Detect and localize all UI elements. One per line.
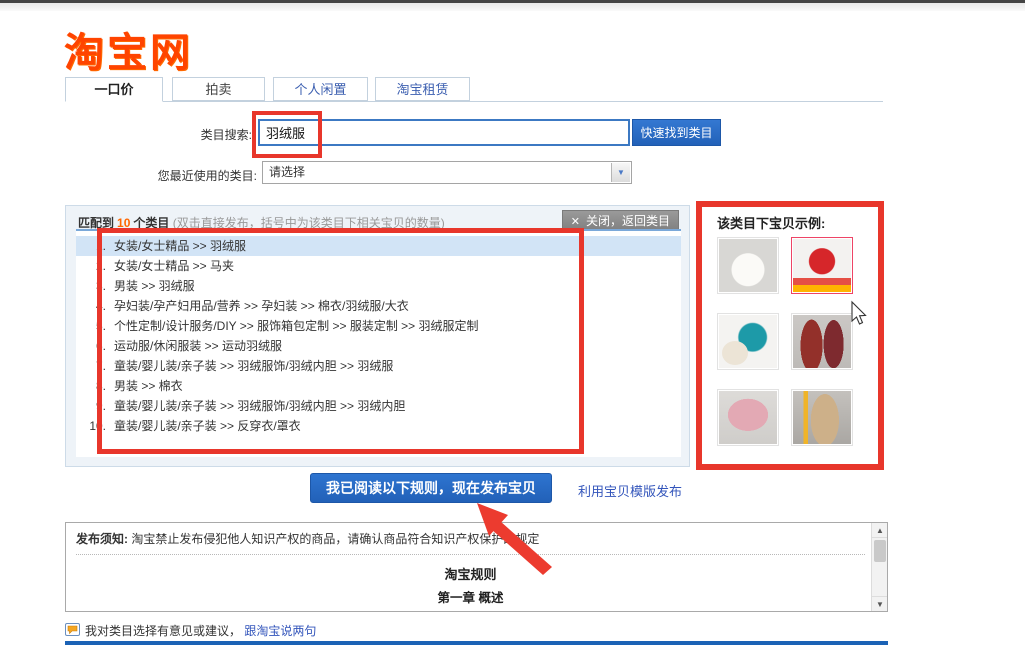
tab-2[interactable]: 拍卖 (172, 77, 265, 101)
category-row[interactable]: 10. 童装/婴儿装/亲子装 >> 反穿衣/罩衣 (76, 416, 681, 436)
scroll-up-icon[interactable]: ▲ (872, 523, 888, 538)
category-row[interactable]: 4. 孕妇装/孕产妇用品/营养 >> 孕妇装 >> 棉衣/羽绒服/大衣 (76, 296, 681, 316)
category-row-number: 9. (76, 396, 106, 416)
close-return-button[interactable]: ✕ 关闭，返回类目 (562, 210, 679, 230)
feedback-link[interactable]: 跟淘宝说两句 (244, 624, 316, 638)
category-search-input[interactable] (258, 119, 630, 146)
category-row-path: 运动服/休闲服装 >> 运动羽绒服 (114, 339, 282, 353)
publish-item-button[interactable]: 我已阅读以下规则，现在发布宝贝 (310, 473, 552, 503)
example-panel: 该类目下宝贝示例: (705, 205, 877, 465)
category-row-number: 4. (76, 296, 106, 316)
category-row-path: 孕妇装/孕产妇用品/营养 >> 孕妇装 >> 棉衣/羽绒服/大衣 (114, 299, 409, 313)
chevron-down-icon[interactable]: ▼ (611, 163, 630, 182)
bottom-blue-bar (65, 641, 888, 645)
category-row[interactable]: 9. 童装/婴儿装/亲子装 >> 羽绒服饰/羽绒内胆 >> 羽绒内胆 (76, 396, 681, 416)
tab-1[interactable]: 一口价 (65, 77, 163, 102)
dotted-divider (76, 554, 865, 555)
recent-category-value: 请选择 (269, 165, 305, 179)
notice-line: 发布须知: 淘宝禁止发布侵犯他人知识产权的商品，请确认商品符合知识产权保护的规定 (76, 530, 865, 547)
feedback-comment-icon (65, 623, 80, 637)
category-row-path: 女装/女士精品 >> 马夹 (114, 259, 234, 273)
feedback-row: 我对类目选择有意见或建议， 跟淘宝说两句 (65, 622, 316, 639)
category-row[interactable]: 5. 个性定制/设计服务/DIY >> 服饰箱包定制 >> 服装定制 >> 羽绒服… (76, 316, 681, 336)
taobao-publish-page: 淘宝网 一口价拍卖个人闲置淘宝租赁 类目搜索: 快速找到类目 您最近使用的类目:… (0, 0, 1025, 647)
category-row-number: 6. (76, 336, 106, 356)
product-photo-placeholder (719, 239, 777, 292)
match-result-panel: 匹配到10个类目 (双击直接发布，括号中为该类目下相关宝贝的数量) ✕ 关闭，返回… (65, 205, 690, 467)
publish-notice-box: 发布须知: 淘宝禁止发布侵犯他人知识产权的商品，请确认商品符合知识产权保护的规定… (65, 522, 888, 612)
browser-top-gradient (0, 3, 1025, 11)
match-prefix: 匹配到 (78, 216, 114, 230)
recent-category-label: 您最近使用的类目: (150, 167, 257, 184)
scrollbar-thumb[interactable] (874, 540, 886, 562)
match-suffix: 个类目 (133, 216, 169, 230)
red-down-jacket-promo-photo[interactable] (791, 237, 853, 294)
match-hint: (双击直接发布，括号中为该类目下相关宝贝的数量) (173, 216, 445, 230)
notice-content: 发布须知: 淘宝禁止发布侵犯他人知识产权的商品，请确认商品符合知识产权保护的规定… (76, 530, 865, 612)
rules-chapter: 第一章 概述 (76, 587, 865, 606)
category-row[interactable]: 7. 童装/婴儿装/亲子装 >> 羽绒服饰/羽绒内胆 >> 羽绒服 (76, 356, 681, 376)
price-type-tabs: 一口价拍卖个人闲置淘宝租赁 (65, 77, 883, 102)
dark-red-long-coats-photo[interactable] (791, 313, 853, 370)
category-row-path: 个性定制/设计服务/DIY >> 服饰箱包定制 >> 服装定制 >> 羽绒服定制 (114, 319, 479, 333)
category-result-list: 1. 女装/女士精品 >> 羽绒服 2. 女装/女士精品 >> 马夹 3. 男装 >> 羽… (76, 229, 681, 457)
product-photo-placeholder (793, 391, 851, 444)
category-row-path: 女装/女士精品 >> 羽绒服 (114, 239, 246, 253)
feedback-text: 我对类目选择有意见或建议， (85, 624, 241, 638)
category-row[interactable]: 3. 男装 >> 羽绒服 (76, 276, 681, 296)
notice-scrollbar[interactable]: ▲ ▼ (871, 523, 887, 611)
close-icon: ✕ (571, 216, 580, 228)
white-down-jacket-photo[interactable] (717, 237, 779, 294)
category-row-number: 1. (76, 236, 106, 256)
tab-4[interactable]: 淘宝租赁 (375, 77, 470, 101)
pink-floral-jacket-photo[interactable] (717, 389, 779, 446)
category-row[interactable]: 8. 男装 >> 棉衣 (76, 376, 681, 396)
category-row-number: 7. (76, 356, 106, 376)
category-row[interactable]: 1. 女装/女士精品 >> 羽绒服 (76, 236, 681, 256)
category-row-number: 10. (76, 416, 106, 436)
category-row-number: 2. (76, 256, 106, 276)
category-row-path: 男装 >> 棉衣 (114, 379, 183, 393)
rules-title: 淘宝规则 (76, 564, 865, 583)
category-row-path: 童装/婴儿装/亲子装 >> 反穿衣/罩衣 (114, 419, 301, 433)
category-row[interactable]: 2. 女装/女士精品 >> 马夹 (76, 256, 681, 276)
notice-label: 发布须知: (76, 532, 128, 546)
taobao-logo: 淘宝网 (64, 20, 193, 78)
category-row-number: 5. (76, 316, 106, 336)
category-row-number: 3. (76, 276, 106, 296)
template-publish-link[interactable]: 利用宝贝模版发布 (578, 481, 682, 500)
notice-text: 淘宝禁止发布侵犯他人知识产权的商品，请确认商品符合知识产权保护的规定 (128, 532, 539, 546)
product-photo-placeholder (793, 315, 851, 368)
example-panel-title: 该类目下宝贝示例: (717, 213, 825, 232)
category-row[interactable]: 6. 运动服/休闲服装 >> 运动羽绒服 (76, 336, 681, 356)
category-row-path: 男装 >> 羽绒服 (114, 279, 195, 293)
scroll-down-icon[interactable]: ▼ (872, 596, 888, 611)
recent-category-select[interactable]: 请选择 ▼ (262, 161, 632, 184)
category-search-label: 类目搜索: (190, 126, 252, 143)
tab-3[interactable]: 个人闲置 (273, 77, 368, 101)
find-category-button[interactable]: 快速找到类目 (632, 119, 721, 146)
match-count: 10 (114, 216, 133, 230)
tan-long-down-coat-photo[interactable] (791, 389, 853, 446)
category-row-path: 童装/婴儿装/亲子装 >> 羽绒服饰/羽绒内胆 >> 羽绒服 (114, 359, 393, 373)
product-photo-placeholder (793, 239, 851, 292)
close-label: 关闭，返回类目 (586, 214, 670, 228)
product-photo-placeholder (719, 315, 777, 368)
teal-down-jacket-photo[interactable] (717, 313, 779, 370)
product-photo-placeholder (719, 391, 777, 444)
category-row-path: 童装/婴儿装/亲子装 >> 羽绒服饰/羽绒内胆 >> 羽绒内胆 (114, 399, 405, 413)
category-row-number: 8. (76, 376, 106, 396)
